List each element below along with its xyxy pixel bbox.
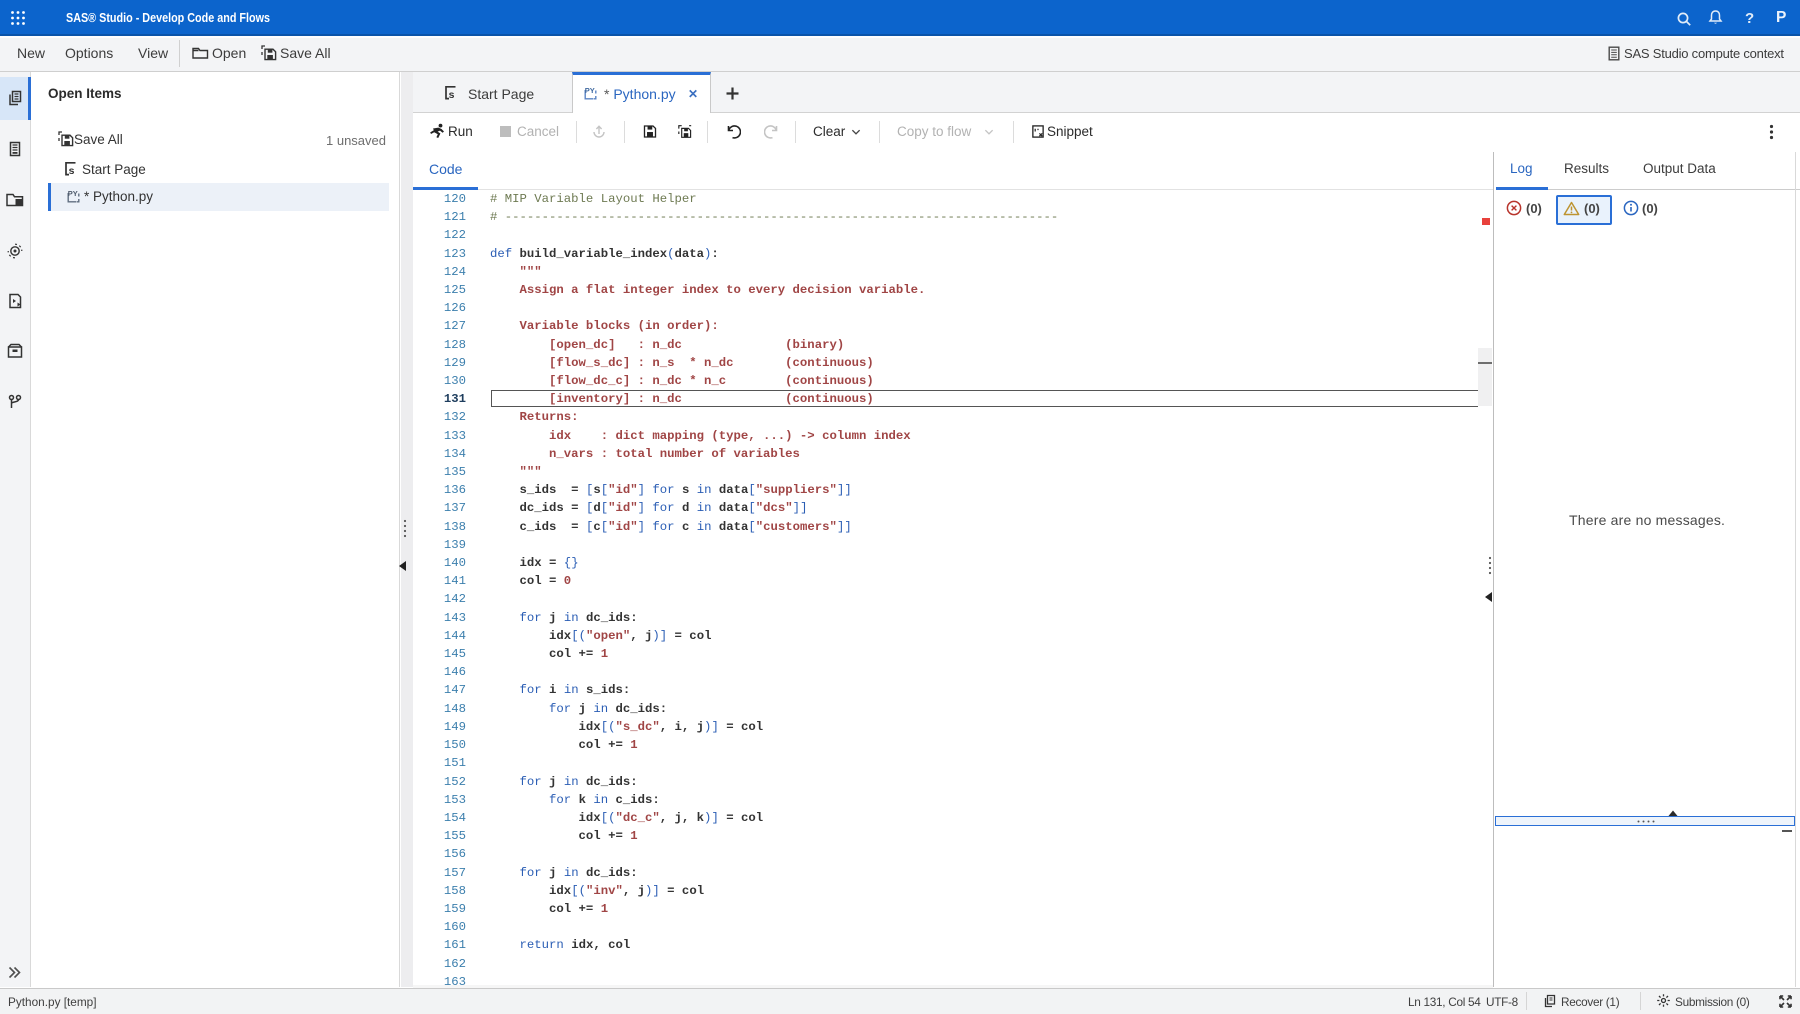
svg-text:PY: PY [585, 86, 595, 95]
svg-text:PY: PY [68, 189, 78, 198]
svg-text:s: s [69, 165, 75, 176]
svg-text:s: s [449, 89, 455, 100]
